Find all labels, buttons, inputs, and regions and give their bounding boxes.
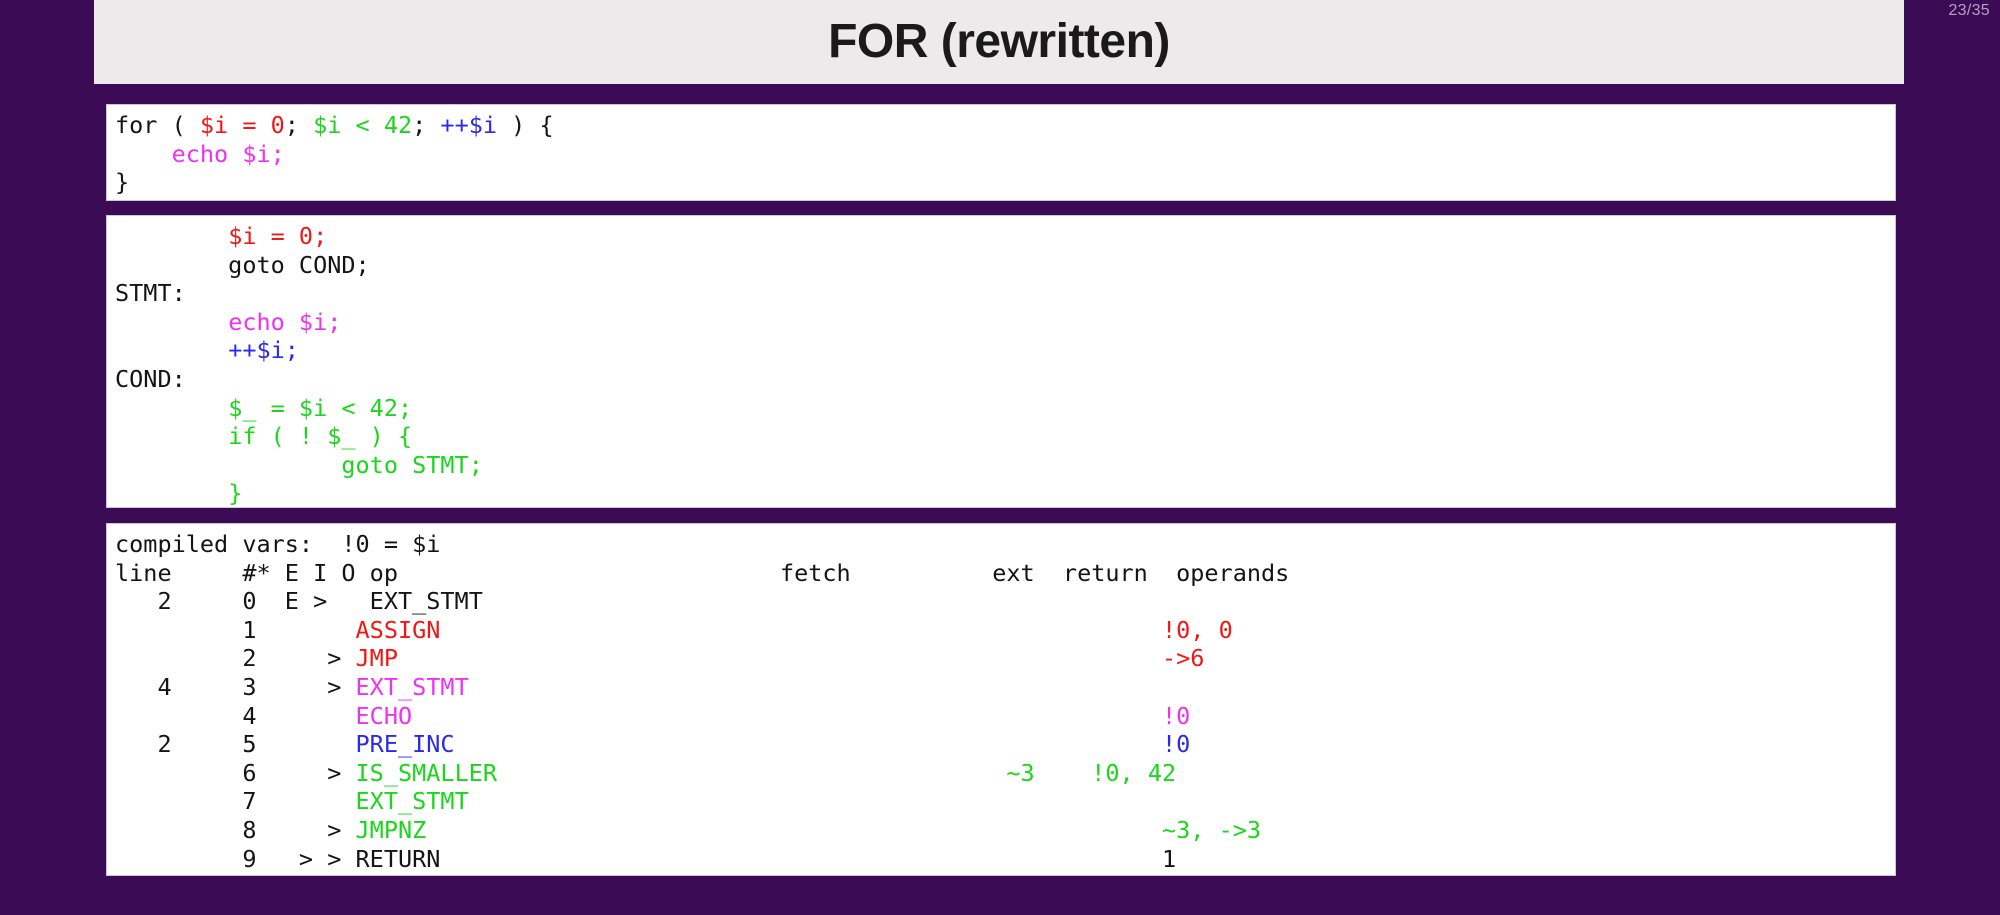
opcode-line: 1 ASSIGN !0, 0	[115, 615, 1233, 644]
code-token: ++$i;	[228, 336, 299, 365]
code-token: $i = 0	[199, 111, 285, 139]
source-code-block: for ( $i = 0; $i < 42; ++$i ) { echo $i;…	[107, 111, 1895, 197]
code-token: COND:	[115, 364, 186, 393]
code-line: }	[115, 168, 129, 196]
code-token: ->6	[1162, 644, 1205, 673]
opcode-line: 4 ECHO !0	[115, 702, 1190, 730]
code-line: for ( $i = 0; $i < 42; ++$i ) {	[115, 111, 554, 139]
code-token: ++$i	[440, 111, 498, 139]
code-line: goto COND;	[115, 251, 370, 279]
code-line: COND:	[115, 365, 186, 393]
code-token: 4	[115, 701, 356, 730]
opcode-line: line #* E I O op fetch ext return operan…	[115, 559, 1289, 587]
code-line: if ( ! $_ ) {	[115, 422, 412, 450]
code-token: 1	[115, 615, 356, 644]
code-token: goto COND;	[115, 250, 370, 279]
slide: 23/35 FOR (rewritten) for ( $i = 0; $i <…	[0, 0, 2000, 915]
code-token: for (	[115, 111, 200, 139]
code-token: }	[115, 168, 130, 197]
code-token: line #* E I O op fetch ext return operan…	[115, 558, 1290, 587]
code-token: !0	[1161, 701, 1191, 730]
code-line: $i = 0;	[115, 222, 327, 250]
opcode-line: compiled vars: !0 = $i	[115, 530, 440, 558]
code-token: !0	[1162, 730, 1191, 759]
code-token: 4 3 >	[115, 672, 356, 701]
page-counter: 23/35	[1948, 2, 1990, 19]
code-token: ) {	[497, 111, 554, 139]
opcode-line: 8 > JMPNZ ~3, ->3	[115, 816, 1261, 844]
code-token: }	[228, 479, 243, 508]
code-token: $_ = $i < 42;	[228, 393, 413, 422]
opcode-line: 9 > > RETURN 1	[115, 845, 1176, 873]
code-token: !0, 0	[1161, 615, 1233, 644]
code-token: 2 5	[115, 730, 356, 759]
code-token: 2 >	[115, 644, 356, 673]
code-line: goto STMT;	[115, 450, 483, 479]
opcode-line: 2 5 PRE_INC !0	[115, 730, 1190, 758]
code-token: STMT:	[115, 279, 186, 308]
opcode-line: 7 EXT_STMT	[115, 787, 469, 816]
code-token: ASSIGN	[355, 615, 441, 644]
rewritten-code-block: $i = 0; goto COND; STMT: echo $i; ++$i; …	[107, 222, 1895, 507]
slide-title-bar: FOR (rewritten)	[94, 0, 1904, 84]
code-token: !0, 42	[1091, 758, 1177, 787]
opcode-line: 6 > IS_SMALLER ~3 !0, 42	[115, 759, 1176, 787]
code-token: EXT_STMT	[355, 672, 469, 701]
code-token: if ( ! $_ ) {	[228, 422, 413, 451]
code-token: ;	[412, 111, 441, 139]
opcode-dump-block: compiled vars: !0 = $i line #* E I O op …	[107, 530, 1895, 873]
code-token: JMP	[355, 644, 398, 673]
code-line: echo $i;	[115, 140, 285, 168]
code-line: echo $i;	[115, 308, 341, 336]
code-token: ~3	[1006, 758, 1035, 787]
opcode-line: 2 > JMP ->6	[115, 644, 1204, 672]
code-token: 6 >	[115, 758, 356, 787]
code-token: 1	[1161, 844, 1177, 873]
code-token: 8 >	[115, 815, 356, 844]
code-token: JMPNZ	[355, 815, 427, 844]
code-token: 9 > >	[115, 844, 356, 873]
code-token: ECHO	[355, 701, 413, 730]
source-code-panel: for ( $i = 0; $i < 42; ++$i ) { echo $i;…	[106, 104, 1896, 201]
code-token: goto STMT;	[341, 450, 483, 479]
code-token: ;	[284, 111, 314, 139]
code-line: ++$i;	[115, 336, 299, 364]
code-token: compiled vars: !0 = $i	[115, 530, 441, 558]
opcode-dump-panel: compiled vars: !0 = $i line #* E I O op …	[106, 523, 1896, 876]
code-line: $_ = $i < 42;	[115, 394, 412, 422]
opcode-line: 2 0 E > EXT_STMT	[115, 587, 1176, 615]
code-token: $i < 42	[313, 111, 413, 139]
opcode-line: 4 3 > EXT_STMT	[115, 672, 469, 701]
code-token: ~3, ->3	[1162, 815, 1262, 844]
code-line: }	[115, 479, 242, 507]
code-token: echo $i;	[228, 307, 342, 336]
code-token: 7	[115, 787, 356, 816]
code-token: EXT_STMT	[355, 787, 469, 816]
code-token: IS_SMALLER	[355, 758, 498, 787]
code-token: echo $i;	[171, 139, 285, 168]
code-line: STMT:	[115, 279, 186, 307]
code-token: RETURN	[355, 844, 441, 873]
code-token: PRE_INC	[355, 730, 455, 759]
page-title: FOR (rewritten)	[828, 15, 1170, 68]
code-token: 2 0 E > EXT_STMT	[115, 587, 1177, 616]
code-token: $i = 0;	[228, 222, 328, 250]
rewritten-code-panel: $i = 0; goto COND; STMT: echo $i; ++$i; …	[106, 215, 1896, 508]
